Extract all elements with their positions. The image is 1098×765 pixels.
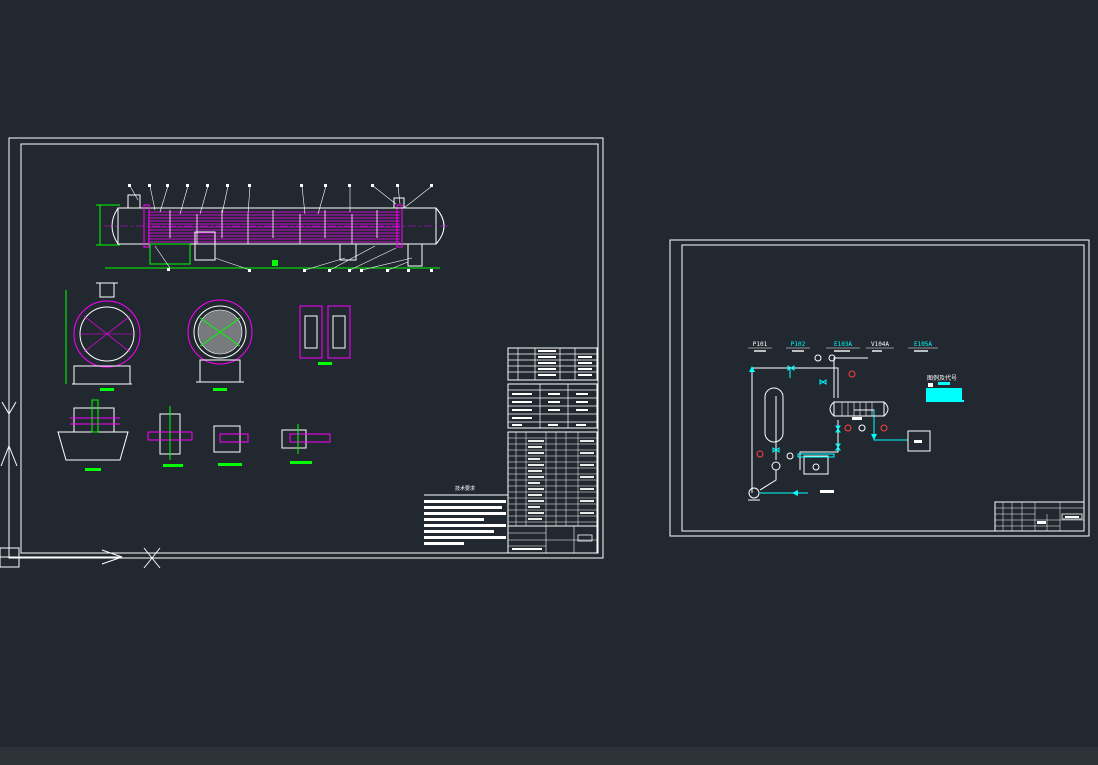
label-bar-g xyxy=(290,461,312,464)
flow-arrow-left xyxy=(792,490,798,496)
legend-block[interactable]: 图例及代号 xyxy=(926,374,964,402)
section-view-b[interactable] xyxy=(187,299,253,391)
parts-list-rows xyxy=(508,432,597,526)
detail-view-d[interactable] xyxy=(57,399,129,471)
nozzle-table[interactable] xyxy=(507,347,598,381)
nozzle-top xyxy=(99,282,115,298)
label-bar-f xyxy=(218,463,242,466)
tank-symbol[interactable] xyxy=(797,453,835,475)
parts-list-table[interactable] xyxy=(507,431,598,527)
vessel-symbol[interactable] xyxy=(764,387,784,443)
leader-lines xyxy=(129,185,433,271)
right-sheet-inner-border xyxy=(681,244,1085,532)
detail-view-c[interactable] xyxy=(299,305,351,365)
left-title-block[interactable] xyxy=(507,525,598,554)
equipment-tag-row: P101 P102 E103A V104A E105A xyxy=(748,341,938,352)
cad-model-space[interactable]: 技术要求 P101 P102 E103A V104A E105A 图例及代号 xyxy=(0,0,1098,765)
tag-v104a: V104A xyxy=(871,341,889,348)
detail-view-g[interactable] xyxy=(281,424,331,464)
label-bar-e xyxy=(163,464,183,467)
flow-arrow-down xyxy=(871,434,877,440)
label-bar-b xyxy=(213,388,227,391)
ucs-icon-left xyxy=(0,401,20,568)
bottom-nozzle-right xyxy=(407,243,423,267)
label-bar-c xyxy=(318,362,332,365)
tag-e103a: E103A xyxy=(834,341,852,348)
label-bar-d xyxy=(85,468,101,471)
tube-bundle xyxy=(148,211,400,243)
instrument-box[interactable] xyxy=(907,430,931,452)
design-data-table[interactable] xyxy=(507,383,598,429)
right-title-block[interactable] xyxy=(994,501,1085,532)
detail-view-f[interactable] xyxy=(213,425,249,466)
heat-exchanger-symbol[interactable] xyxy=(829,401,889,420)
technical-notes-block[interactable]: 技术要求 xyxy=(424,485,508,545)
pump-p101-symbol[interactable] xyxy=(748,487,760,501)
status-bar xyxy=(0,747,1098,765)
left-drawing-sheet[interactable]: 技术要求 xyxy=(8,137,604,559)
outlet-label xyxy=(820,490,834,493)
tag-e105a: E105A xyxy=(914,341,932,348)
detail-view-e[interactable] xyxy=(147,406,193,467)
right-sheet-outer-border xyxy=(669,239,1090,537)
heat-exchanger-elevation[interactable] xyxy=(96,184,448,272)
section-view-a[interactable] xyxy=(65,282,141,391)
notes-title: 技术要求 xyxy=(455,485,475,492)
legend-swatch xyxy=(926,388,962,400)
pump-p102-symbol[interactable] xyxy=(771,461,781,471)
flow-arrow-up xyxy=(749,366,755,372)
label-bar-a xyxy=(100,388,114,391)
legend-title: 图例及代号 xyxy=(927,374,957,382)
right-drawing-sheet[interactable]: P101 P102 E103A V104A E105A 图例及代号 xyxy=(669,239,1090,537)
top-nozzle-left xyxy=(127,194,141,209)
tag-p101: P101 xyxy=(753,341,768,348)
tag-p102: P102 xyxy=(791,341,806,348)
